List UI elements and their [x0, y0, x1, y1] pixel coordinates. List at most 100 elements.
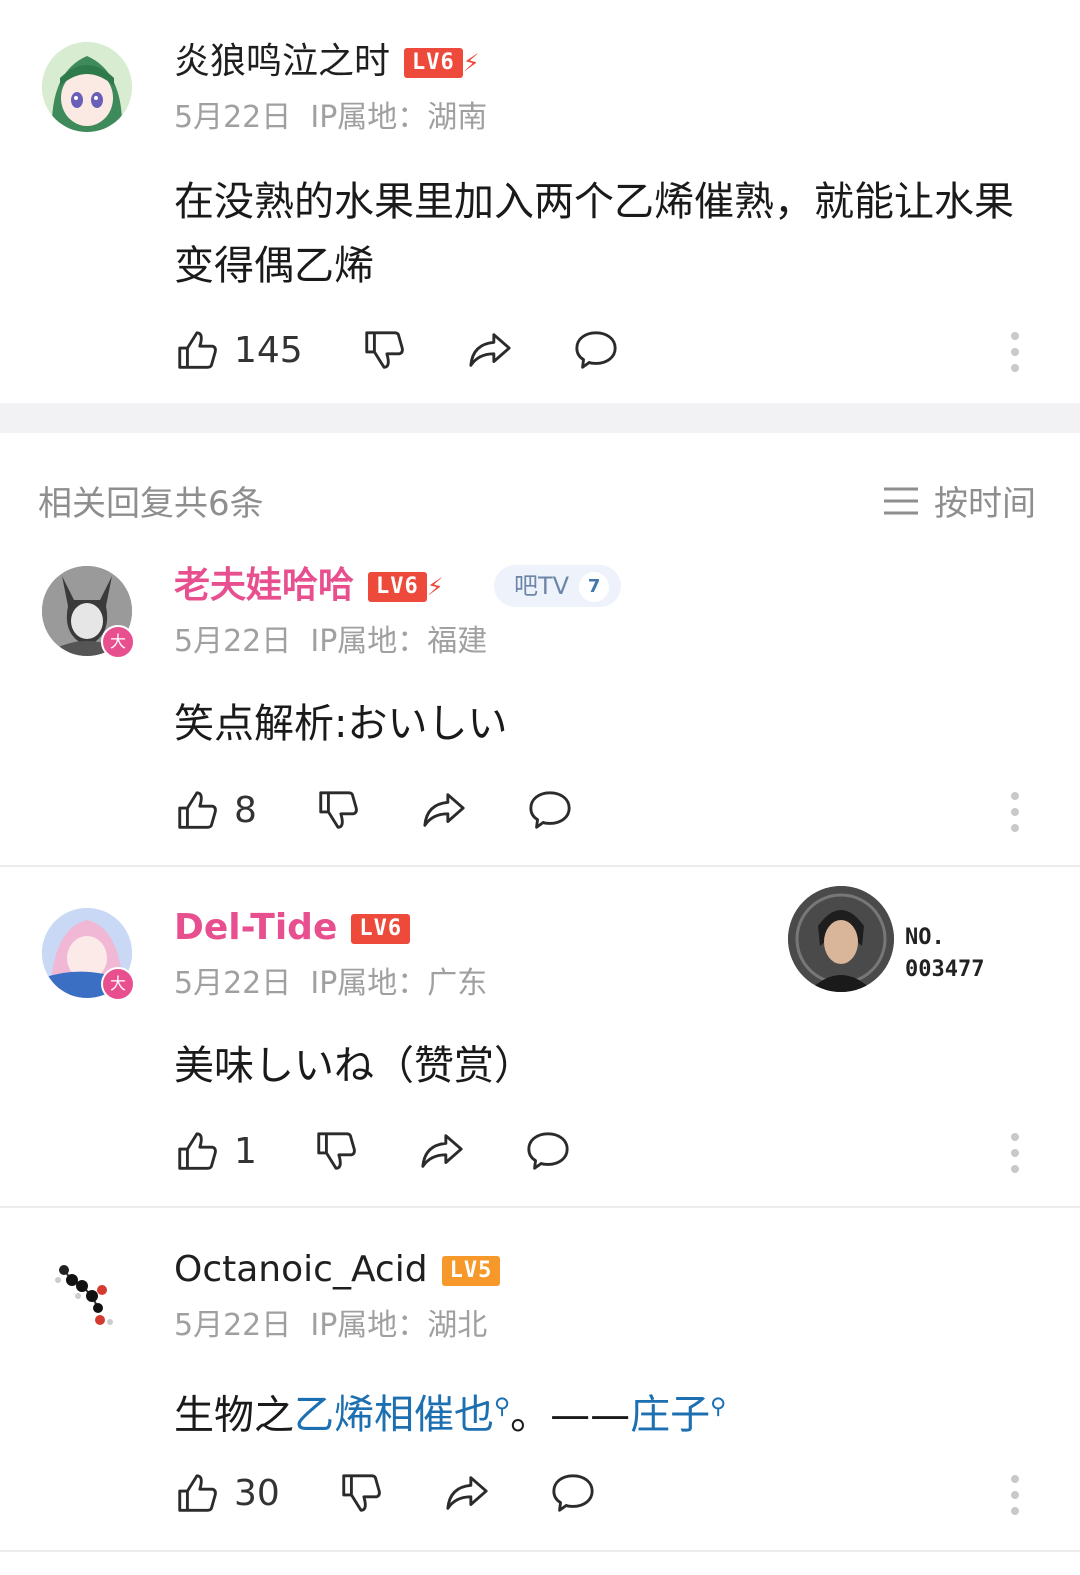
like-count: 8: [234, 789, 257, 831]
share-button[interactable]: [444, 1470, 490, 1516]
sort-lines-icon: [884, 487, 918, 514]
share-button[interactable]: [467, 327, 513, 373]
comment-date: 5月22日: [174, 100, 292, 135]
keyword-link[interactable]: 庄子⚲: [630, 1392, 726, 1438]
comment-meta: 5月22日 IP属地：湖北: [174, 1307, 487, 1345]
collectible-avatar[interactable]: [788, 886, 894, 992]
bar-tv-label: 吧TV: [514, 572, 570, 600]
verified-badge: 大: [101, 967, 135, 1001]
like-count: 145: [234, 329, 303, 371]
keyword-link-text: 庄子: [630, 1392, 711, 1439]
level-badge: LV6: [351, 914, 411, 944]
thumb-up-icon: [178, 791, 217, 829]
sort-button[interactable]: 按时间: [882, 476, 1036, 525]
comment-content: 生物之乙烯相催也⚲。——庄子⚲: [174, 1376, 726, 1447]
action-bar: 145: [174, 325, 619, 375]
dislike-button[interactable]: [315, 787, 361, 833]
action-bar: 30: [174, 1468, 596, 1518]
username[interactable]: Octanoic_Acid: [174, 1249, 428, 1290]
comment-icon: [552, 1474, 594, 1512]
comment-icon: [575, 331, 617, 369]
collectible-no-label: NO.: [905, 925, 945, 950]
like-button[interactable]: 145: [174, 327, 303, 373]
avatar[interactable]: [42, 1250, 132, 1340]
share-icon: [421, 1134, 463, 1168]
reply-button[interactable]: [550, 1470, 596, 1516]
flash-icon: ⚡: [426, 573, 444, 601]
comment-meta: 5月22日 IP属地：福建: [174, 623, 487, 661]
flash-icon: ⚡: [462, 49, 480, 77]
comment-icon: [527, 1132, 569, 1170]
bar-tv-badge[interactable]: 吧TV 7: [494, 565, 622, 607]
like-count: 30: [234, 1472, 280, 1514]
more-vertical-icon[interactable]: [1011, 1475, 1019, 1523]
comment-icon: [529, 791, 571, 829]
thumb-down-icon: [317, 1132, 356, 1170]
username[interactable]: 炎狼鸣泣之时: [174, 41, 390, 82]
comment-content: 在没熟的水果里加入两个乙烯催熟，就能让水果变得偶乙烯: [174, 179, 1014, 289]
ip-location: IP属地：广东: [310, 966, 488, 1001]
comment-date: 5月22日: [174, 624, 292, 659]
ip-location: IP属地：湖南: [310, 100, 488, 135]
username-row: Del-Tide LV6: [174, 906, 411, 950]
keyword-link[interactable]: 乙烯相催也⚲: [294, 1392, 510, 1438]
share-button[interactable]: [419, 1128, 465, 1174]
bar-tv-number: 7: [579, 572, 610, 602]
section-divider: [0, 403, 1080, 433]
dislike-button[interactable]: [361, 327, 407, 373]
comment-meta: 5月22日 IP属地：湖南: [174, 99, 487, 137]
thumb-down-icon: [365, 331, 404, 369]
thumb-up-icon: [178, 1474, 217, 1512]
username-row: 老夫娃哈哈 LV6 ⚡: [174, 564, 444, 609]
level-badge: LV6: [404, 48, 463, 78]
verified-badge: 大: [101, 625, 135, 659]
action-bar: 1: [174, 1126, 571, 1176]
like-count: 1: [234, 1130, 257, 1172]
ip-location: IP属地：福建: [310, 624, 488, 659]
replies-count: 相关回复共6条: [38, 484, 264, 524]
reply-divider: [0, 1550, 1080, 1552]
like-button[interactable]: 30: [174, 1470, 280, 1516]
more-vertical-icon[interactable]: [1011, 1133, 1019, 1181]
username[interactable]: Del-Tide: [174, 907, 337, 948]
reply-divider: [0, 1206, 1080, 1208]
more-vertical-icon[interactable]: [1011, 332, 1019, 380]
comment-meta: 5月22日 IP属地：广东: [174, 965, 487, 1003]
username-row: Octanoic_Acid LV5: [174, 1248, 501, 1292]
comment-content: 笑点解析:おいしい: [174, 701, 508, 747]
ip-location: IP属地：湖北: [310, 1308, 488, 1343]
comment-content: 美味しいね（赞赏）: [174, 1043, 534, 1089]
action-bar: 8: [174, 785, 573, 835]
share-icon: [446, 1476, 488, 1510]
collectible-number: NO. 003477: [905, 922, 984, 986]
reply-button[interactable]: [527, 787, 573, 833]
reply-button[interactable]: [573, 327, 619, 373]
thumb-up-icon: [178, 331, 217, 369]
level-badge: LV5: [441, 1256, 501, 1286]
comment-date: 5月22日: [174, 1308, 292, 1343]
search-icon: ⚲: [494, 1395, 511, 1420]
content-text: 生物之: [174, 1392, 294, 1439]
thumb-up-icon: [178, 1132, 217, 1170]
level-badge: LV6: [368, 572, 427, 602]
dislike-button[interactable]: [313, 1128, 359, 1174]
dislike-button[interactable]: [338, 1470, 384, 1516]
reply-divider: [0, 865, 1080, 867]
share-button[interactable]: [421, 787, 467, 833]
username[interactable]: 老夫娃哈哈: [174, 565, 354, 606]
sort-label: 按时间: [934, 484, 1036, 524]
thumb-down-icon: [319, 791, 358, 829]
thumb-down-icon: [342, 1474, 381, 1512]
more-vertical-icon[interactable]: [1011, 792, 1019, 840]
like-button[interactable]: 1: [174, 1128, 257, 1174]
keyword-link-text: 乙烯相催也: [294, 1392, 494, 1439]
reply-button[interactable]: [525, 1128, 571, 1174]
share-icon: [423, 793, 465, 827]
like-button[interactable]: 8: [174, 787, 257, 833]
comment-date: 5月22日: [174, 966, 292, 1001]
search-icon: ⚲: [710, 1395, 727, 1420]
share-icon: [469, 333, 511, 367]
content-text: 。——: [510, 1392, 631, 1439]
username-row: 炎狼鸣泣之时 LV6 ⚡: [174, 40, 480, 85]
avatar[interactable]: [42, 42, 132, 132]
